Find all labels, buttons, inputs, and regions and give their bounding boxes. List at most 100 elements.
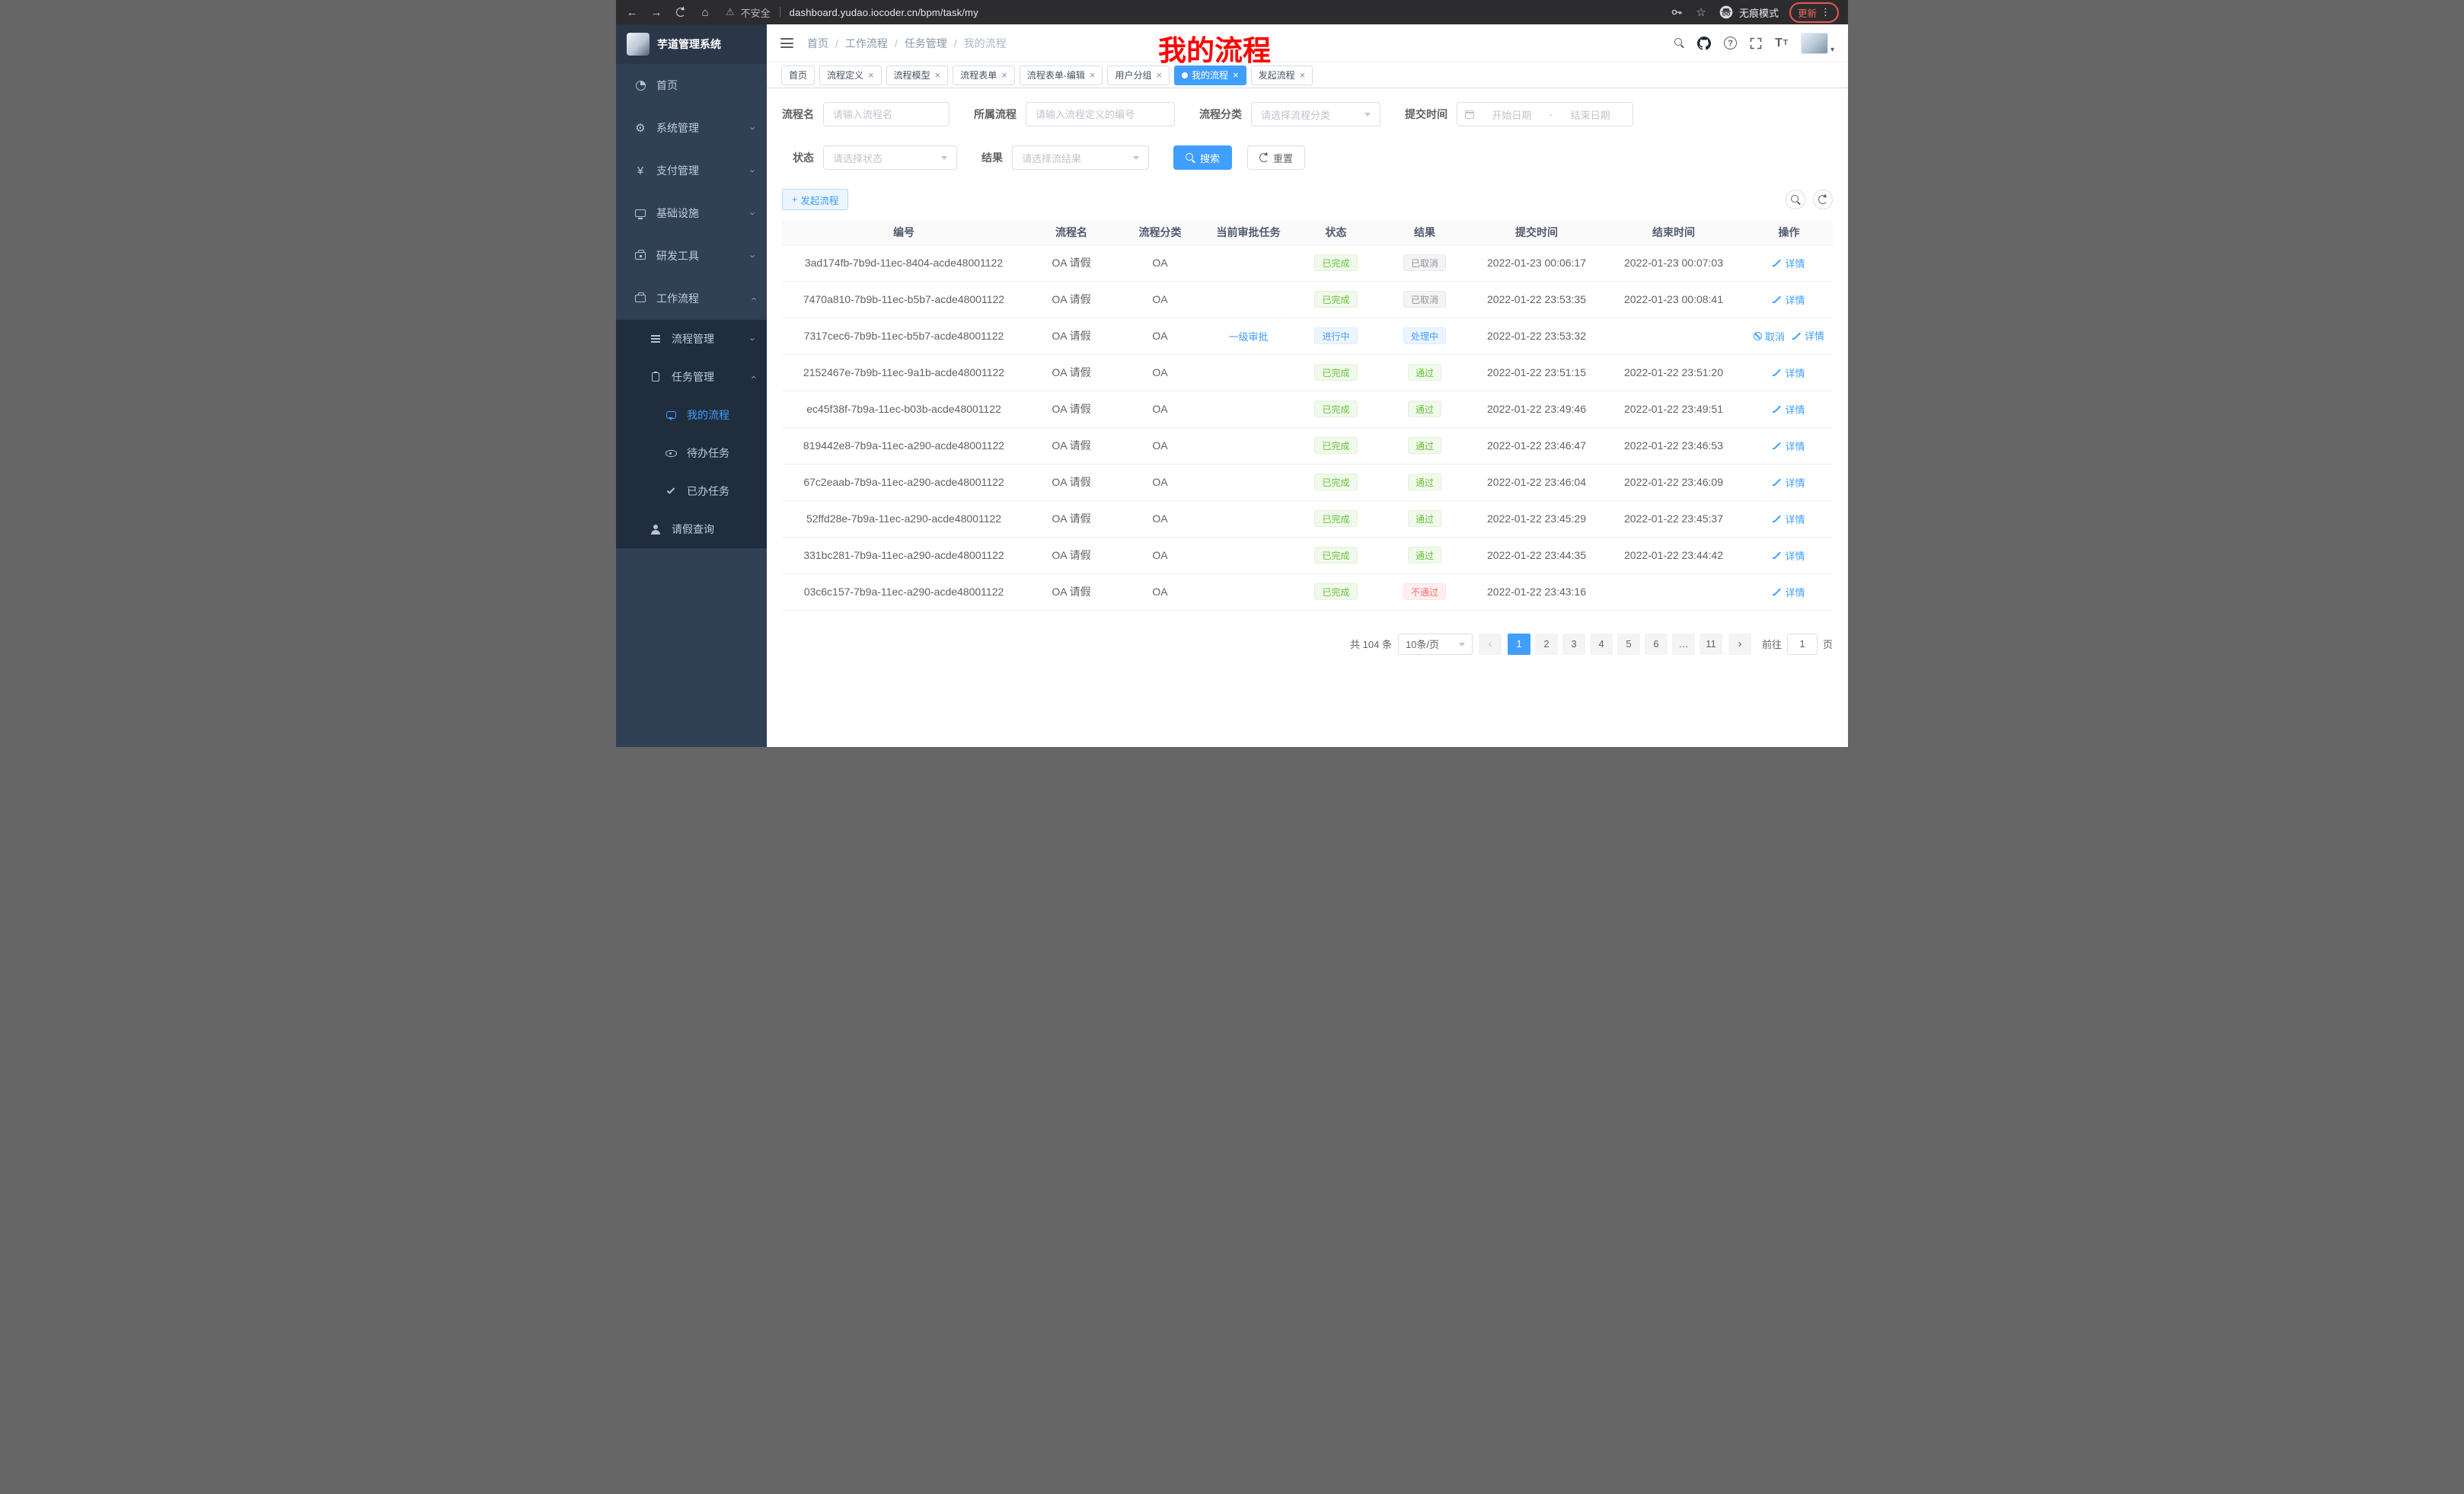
detail-button[interactable]: 详情 [1773, 402, 1805, 417]
cell-actions: 详情 [1745, 244, 1833, 281]
page-button[interactable]: 4 [1590, 634, 1613, 655]
page-button[interactable]: 6 [1645, 634, 1668, 655]
font-size-icon[interactable]: TT [1775, 37, 1788, 50]
page-button[interactable]: 11 [1700, 634, 1722, 655]
status-tag: 已完成 [1314, 291, 1357, 308]
home-icon[interactable]: ⌂ [698, 6, 712, 19]
close-icon[interactable]: × [1300, 69, 1306, 81]
refresh-table-icon[interactable] [1813, 190, 1833, 209]
current-task-link[interactable]: 一级审批 [1228, 331, 1268, 343]
page-button[interactable]: 5 [1617, 634, 1640, 655]
search-button[interactable]: 搜索 [1173, 145, 1232, 170]
cell-submit-time: 2022-01-22 23:45:29 [1471, 500, 1602, 537]
sidebar-item-process-management[interactable]: 流程管理 › [616, 320, 767, 358]
address-bar[interactable]: ⚠ 不安全 dashboard.yudao.iocoder.cn/bpm/tas… [726, 5, 978, 20]
sidebar-item-leave-query[interactable]: 请假查询 [616, 510, 767, 548]
sidebar-item-task-management[interactable]: 任务管理 › [616, 358, 767, 396]
filter-label: 状态 [782, 150, 814, 165]
close-icon[interactable]: × [868, 69, 874, 81]
yen-icon: ¥ [633, 164, 648, 177]
start-process-button[interactable]: + 发起流程 [782, 189, 848, 210]
detail-button[interactable]: 详情 [1773, 439, 1805, 453]
sidebar-item-payment[interactable]: ¥ 支付管理 › [616, 149, 767, 192]
bookmark-star-icon[interactable]: ☆ [1694, 5, 1708, 19]
tab-item[interactable]: 流程表单-编辑× [1020, 65, 1103, 85]
sidebar-item-workflow[interactable]: 工作流程 › [616, 277, 767, 320]
status-select[interactable]: 请选择状态 [823, 145, 957, 170]
breadcrumb-item[interactable]: 首页 [807, 36, 828, 51]
sidebar-toggle-icon[interactable] [780, 38, 793, 48]
category-select[interactable]: 请选择流程分类 [1251, 102, 1380, 126]
reset-button[interactable]: 重置 [1247, 145, 1305, 170]
fullscreen-icon[interactable] [1750, 37, 1762, 49]
prev-page-button[interactable]: ‹ [1479, 634, 1502, 655]
update-button[interactable]: 更新 ⋮ [1789, 2, 1839, 23]
close-icon[interactable]: × [1001, 69, 1007, 81]
sidebar-item-my-process[interactable]: 我的流程 [616, 396, 767, 434]
sidebar-item-todo-tasks[interactable]: 待办任务 [616, 434, 767, 472]
github-icon[interactable] [1697, 37, 1711, 50]
help-icon[interactable]: ? [1724, 37, 1737, 49]
date-range-picker[interactable]: 开始日期 - 结束日期 [1457, 102, 1633, 126]
cell-process-name: OA 请假 [1026, 318, 1117, 354]
detail-button[interactable]: 详情 [1773, 366, 1805, 380]
detail-button[interactable]: 详情 [1773, 512, 1805, 526]
toggle-search-icon[interactable] [1786, 190, 1805, 209]
page-size-select[interactable]: 10条/页 [1398, 634, 1473, 655]
update-label: 更新 [1798, 5, 1817, 20]
detail-button[interactable]: 详情 [1773, 548, 1805, 563]
detail-button[interactable]: 详情 [1773, 475, 1805, 490]
back-icon[interactable]: ← [625, 6, 639, 19]
key-icon[interactable] [1670, 6, 1684, 18]
tab-item[interactable]: 发起流程× [1251, 65, 1313, 85]
tab-item[interactable]: 流程定义 × [819, 65, 882, 85]
cancel-button[interactable]: 取消 [1754, 329, 1785, 343]
result-select[interactable]: 请选择流结果 [1012, 145, 1149, 170]
sidebar-item-done-tasks[interactable]: 已办任务 [616, 472, 767, 510]
cell-submit-time: 2022-01-22 23:46:47 [1471, 427, 1602, 464]
select-placeholder: 请选择流程分类 [1261, 107, 1330, 122]
chevron-down-icon: › [747, 212, 758, 215]
sidebar-item-system[interactable]: ⚙ 系统管理 › [616, 107, 767, 149]
filter-label: 流程名 [782, 107, 814, 122]
page-button[interactable]: 1 [1508, 634, 1530, 655]
incognito-label: 无痕模式 [1739, 5, 1779, 20]
detail-button[interactable]: 详情 [1773, 292, 1805, 307]
page-ellipsis[interactable]: … [1672, 634, 1695, 655]
edit-icon [1773, 368, 1782, 377]
close-icon[interactable]: × [1233, 69, 1239, 81]
cell-status: 已完成 [1294, 391, 1378, 427]
tab-label: 流程定义 [827, 69, 863, 81]
tab-item[interactable]: 用户分组× [1107, 65, 1170, 85]
process-name-input[interactable] [823, 102, 950, 126]
sidebar-item-home[interactable]: 首页 [616, 64, 767, 107]
status-tag: 已取消 [1403, 291, 1446, 308]
close-icon[interactable]: × [1156, 69, 1162, 81]
goto-page-input[interactable] [1787, 634, 1818, 655]
close-icon[interactable]: × [1090, 69, 1096, 81]
tab-item[interactable]: 首页 [781, 65, 815, 85]
forward-icon[interactable]: → [650, 6, 663, 19]
table-row: 7470a810-7b9b-11ec-b5b7-acde48001122 OA … [782, 281, 1833, 318]
url-text: dashboard.yudao.iocoder.cn/bpm/task/my [790, 7, 978, 18]
breadcrumb-item[interactable]: 工作流程 [845, 36, 888, 51]
detail-button[interactable]: 详情 [1773, 256, 1805, 270]
sidebar-item-devtools[interactable]: 研发工具 › [616, 235, 767, 277]
process-definition-input[interactable] [1026, 102, 1175, 126]
detail-button[interactable]: 详情 [1773, 585, 1805, 599]
page-button[interactable]: 3 [1562, 634, 1585, 655]
breadcrumb-item[interactable]: 任务管理 [905, 36, 947, 51]
tab-item[interactable]: 流程表单× [953, 65, 1015, 85]
close-icon[interactable]: × [935, 69, 941, 81]
reload-icon[interactable] [674, 8, 688, 17]
page-button[interactable]: 2 [1535, 634, 1558, 655]
next-page-button[interactable]: › [1728, 634, 1751, 655]
table-row: 67c2eaab-7b9a-11ec-a290-acde48001122 OA … [782, 464, 1833, 500]
search-icon[interactable] [1674, 38, 1684, 48]
tab-active[interactable]: 我的流程× [1174, 65, 1246, 85]
browser-menu-icon[interactable]: ⋮ [1821, 6, 1830, 18]
sidebar-item-infrastructure[interactable]: 基础设施 › [616, 192, 767, 235]
detail-button[interactable]: 详情 [1792, 328, 1824, 343]
tab-item[interactable]: 流程模型× [886, 65, 949, 85]
user-avatar[interactable]: ▾ [1801, 33, 1834, 54]
